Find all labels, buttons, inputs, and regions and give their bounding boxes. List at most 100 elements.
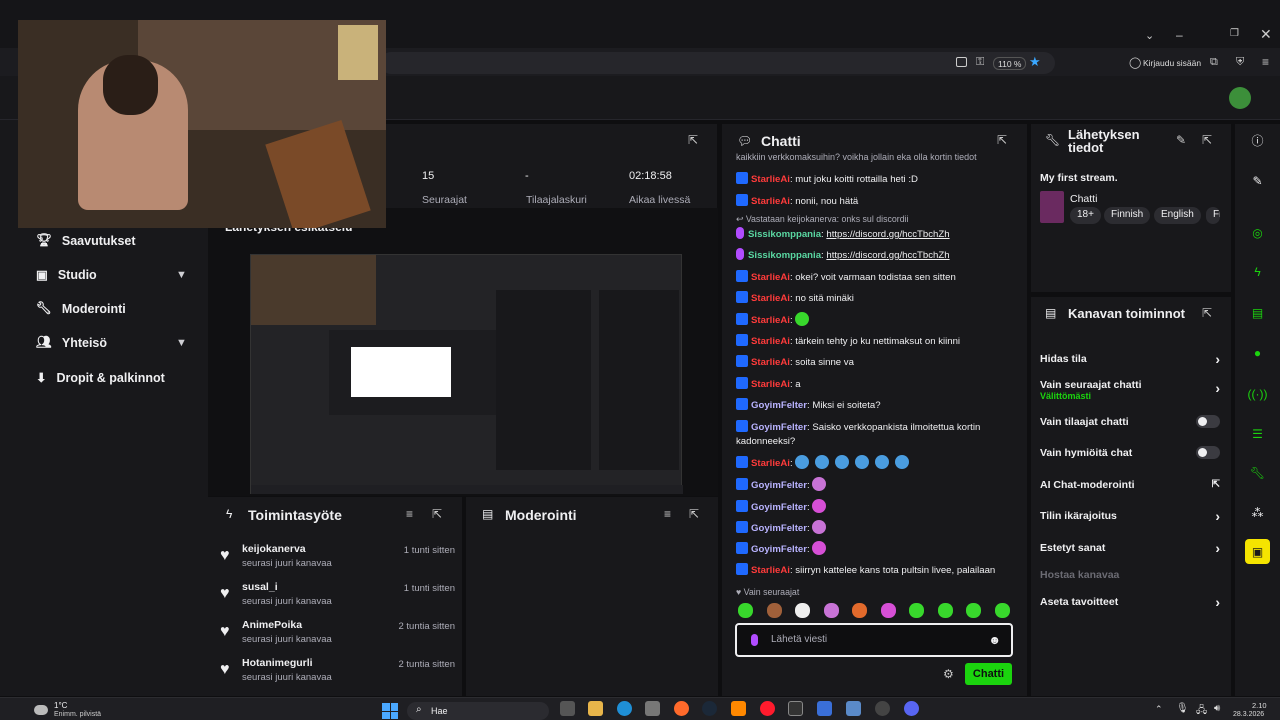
activity-item[interactable]: ♥ keijokanerva seurasi juuri kanavaa 1 tunt… — [220, 543, 455, 581]
popout-icon[interactable]: ⇱ — [432, 507, 442, 521]
channel-tool-row[interactable]: Hidas tila › — [1040, 351, 1220, 367]
clock-time[interactable]: 2.10 — [1252, 701, 1267, 710]
address-bar[interactable] — [380, 52, 1055, 74]
volume-icon[interactable]: 🔊︎ — [1214, 703, 1220, 714]
chat-message[interactable]: Sissikomppania: https://discord.gg/hccTb… — [736, 227, 1018, 242]
filter-icon[interactable]: ≡ — [406, 507, 413, 521]
terminal-icon[interactable] — [788, 701, 803, 716]
chat-message[interactable]: GoyimFelter: Miksi ei soiteta? — [736, 398, 1018, 413]
chat-username[interactable]: GoyimFelter — [751, 523, 807, 534]
extensions-icon[interactable]: ⁂ — [1245, 500, 1270, 525]
chat-message[interactable]: GoyimFelter: — [736, 477, 1018, 493]
chat-message[interactable]: StarlieAi: — [736, 455, 1018, 471]
category-thumbnail[interactable] — [1040, 191, 1064, 223]
chat-message[interactable]: GoyimFelter: — [736, 499, 1018, 515]
chat-username[interactable]: StarlieAi — [751, 357, 790, 368]
close-window-icon[interactable]: ✕ — [1260, 26, 1272, 43]
nav-item-moderation[interactable]: 🔧︎ Moderointi — [36, 301, 126, 316]
tag[interactable]: English — [1154, 207, 1201, 224]
avatar[interactable] — [1229, 87, 1251, 109]
app-icon[interactable] — [817, 701, 832, 716]
popout-icon[interactable]: ⇱ — [688, 133, 698, 147]
chat-username[interactable]: GoyimFelter — [751, 400, 807, 411]
document-icon[interactable]: ▤ — [1245, 300, 1270, 325]
tab-list-chevron-icon[interactable]: ⌄ — [1145, 29, 1154, 42]
quick-emote-icon[interactable] — [823, 603, 839, 618]
chat-message[interactable]: GoyimFelter: — [736, 541, 1018, 557]
clapper-icon[interactable]: ▣ — [1245, 539, 1270, 564]
nav-item-community[interactable]: 👥︎ Yhteisö ▼ — [36, 335, 187, 350]
taskbar-search[interactable]: ⌕ Hae — [407, 702, 549, 720]
store-icon[interactable] — [645, 701, 660, 716]
info-icon[interactable]: ⓘ — [1245, 128, 1270, 153]
emote-icon[interactable] — [795, 312, 810, 326]
chat-message[interactable]: GoyimFelter: Saisko verkkopankista ilmoi… — [736, 420, 1018, 449]
emote-icon[interactable] — [812, 520, 827, 534]
vlc-icon[interactable] — [731, 701, 746, 716]
emote-icon[interactable] — [812, 499, 827, 513]
quick-emote-icon[interactable] — [738, 603, 753, 618]
opera-icon[interactable] — [760, 701, 775, 716]
emote-icon[interactable] — [835, 455, 850, 469]
chat-username[interactable]: StarlieAi — [751, 293, 790, 304]
quick-emote-icon[interactable] — [937, 603, 953, 618]
tag[interactable]: Fi — [1206, 207, 1220, 224]
quick-emote-icon[interactable] — [766, 603, 782, 618]
chat-message[interactable]: StarlieAi: nonii, nou hätä — [736, 194, 1018, 209]
popout-icon[interactable]: ⇱ — [997, 133, 1007, 147]
emote-icon[interactable] — [855, 455, 870, 469]
nav-item-drops[interactable]: ⬇︎ Dropit & palkinnot — [36, 370, 165, 386]
filter-icon[interactable]: ≡ — [664, 507, 671, 521]
chat-message[interactable]: StarlieAi: no sitä minäki — [736, 291, 1018, 306]
chat-username[interactable]: Sissikomppania — [748, 250, 821, 261]
chat-message[interactable]: StarlieAi: soita sinne va — [736, 355, 1018, 370]
chat-username[interactable]: StarlieAi — [751, 174, 790, 185]
channel-tool-row[interactable]: AI Chat-moderointi ⇱ — [1040, 479, 1220, 491]
key-icon[interactable]: ⚿ — [976, 56, 984, 69]
activity-item[interactable]: ♥ susal_i seurasi juuri kanavaa 1 tunti sit… — [220, 581, 455, 619]
chat-username[interactable]: GoyimFelter — [751, 480, 807, 491]
bookmark-star-icon[interactable]: ★ — [1029, 54, 1041, 70]
edge-icon[interactable] — [617, 701, 632, 716]
bolt-icon[interactable]: ϟ — [1245, 259, 1270, 284]
chat-message[interactable]: StarlieAi: tärkein tehty jo ku nettimaks… — [736, 334, 1018, 349]
quick-emote-icon[interactable] — [852, 603, 867, 618]
windows-start-icon[interactable] — [382, 703, 398, 719]
zoom-level[interactable]: 110 % — [993, 57, 1027, 70]
tray-chevron-up-icon[interactable]: ⌃ — [1155, 704, 1163, 715]
emote-icon[interactable] — [875, 455, 890, 469]
chat-message[interactable]: StarlieAi: a — [736, 377, 1018, 392]
pencil-icon[interactable]: ✎ — [1176, 133, 1186, 147]
tag[interactable]: 18+ — [1070, 207, 1101, 224]
login-button[interactable]: Kirjaudu sisään — [1143, 58, 1201, 68]
chat-message[interactable]: StarlieAi: siirryn kattelee kans tota pu… — [736, 563, 1018, 578]
emote-icon[interactable] — [795, 455, 810, 469]
stack-icon[interactable]: ☰ — [1245, 421, 1270, 446]
chat-username[interactable]: StarlieAi — [751, 565, 790, 576]
screen-icon[interactable] — [956, 57, 967, 67]
maximize-icon[interactable]: ❐ — [1230, 28, 1239, 39]
nav-item-studio[interactable]: ▣ Studio ▼ — [36, 267, 187, 283]
extensions-icon[interactable]: ⧉ — [1210, 56, 1218, 69]
channel-tool-row[interactable]: Aseta tavoitteet › — [1040, 594, 1220, 610]
tag[interactable]: Finnish — [1104, 207, 1151, 224]
network-icon[interactable]: 🖧︎ — [1196, 703, 1207, 720]
chat-username[interactable]: StarlieAi — [751, 272, 790, 283]
popout-icon[interactable]: ⇱ — [1202, 133, 1212, 147]
chat-username[interactable]: StarlieAi — [751, 196, 790, 207]
channel-tool-row[interactable]: Vain hymiöitä chat — [1040, 446, 1220, 459]
popout-icon[interactable]: ⇱ — [1202, 306, 1212, 320]
quick-emote-icon[interactable] — [909, 603, 924, 618]
channel-tool-row[interactable]: Estetyt sanat › — [1040, 540, 1220, 556]
chat-username[interactable]: StarlieAi — [751, 336, 790, 347]
chat-message[interactable]: StarlieAi: — [736, 312, 1018, 328]
chat-message[interactable]: Sissikomppania: https://discord.gg/hccTb… — [736, 248, 1018, 263]
emote-icon[interactable] — [812, 477, 827, 491]
minimize-icon[interactable]: – — [1176, 28, 1183, 42]
quick-emote-icon[interactable] — [994, 603, 1010, 618]
task-view-icon[interactable] — [560, 701, 575, 716]
file-explorer-icon[interactable] — [588, 701, 603, 716]
chat-message[interactable]: StarlieAi: okei? voit varmaan todistaa s… — [736, 270, 1018, 285]
emote-icon[interactable] — [815, 455, 830, 469]
chat-username[interactable]: StarlieAi — [751, 315, 790, 326]
